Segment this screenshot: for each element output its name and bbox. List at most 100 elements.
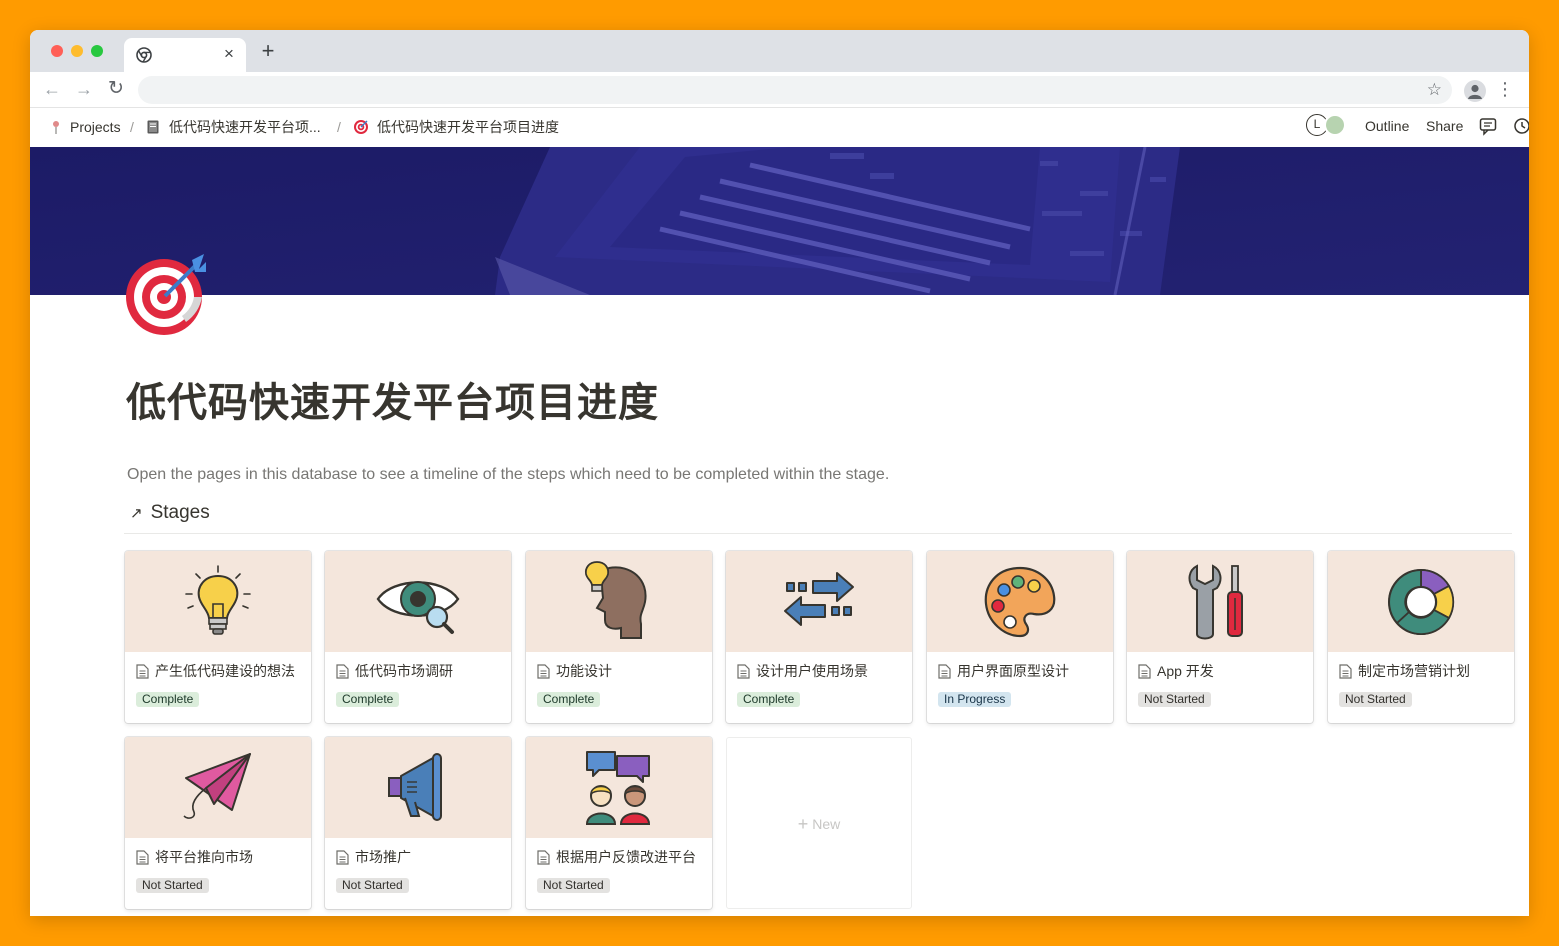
status-badge: Complete	[336, 692, 400, 707]
card-cover	[927, 551, 1113, 652]
close-window-button[interactable]	[51, 45, 63, 57]
stage-card[interactable]: 产生低代码建设的想法 Complete	[125, 551, 311, 723]
laptop-cover-art	[30, 147, 1529, 295]
database-title-label: Stages	[150, 502, 210, 523]
card-title-label: 市场推广	[355, 849, 411, 865]
target-dart-icon	[126, 254, 206, 335]
card-title-label: 制定市场营销计划	[1358, 663, 1470, 679]
wrench-screwdriver-icon	[1188, 563, 1243, 639]
breadcrumb-projects[interactable]: Projects	[48, 108, 121, 146]
new-card-button[interactable]: + New	[726, 737, 912, 909]
comment-icon[interactable]	[1478, 116, 1498, 136]
status-badge: Complete	[136, 692, 200, 707]
card-cover	[125, 737, 311, 838]
stage-card[interactable]: 用户界面原型设计 In Progress	[927, 551, 1113, 723]
stage-card[interactable]: 制定市场营销计划 Not Started	[1328, 551, 1514, 723]
collaborator-avatar[interactable]	[1324, 114, 1346, 136]
status-badge: Not Started	[336, 878, 409, 893]
card-title: 制定市场营销计划	[1339, 661, 1470, 681]
breadcrumb-label: 低代码快速开发平台项...	[169, 119, 321, 135]
new-label-text: New	[812, 816, 841, 832]
browser-menu-icon[interactable]: ⋮	[1496, 78, 1514, 100]
chrome-icon	[136, 47, 152, 63]
donut-chart-icon	[1388, 568, 1455, 635]
lightbulb-icon	[185, 564, 251, 635]
page-description[interactable]: Open the pages in this database to see a…	[127, 466, 889, 484]
eye-magnifier-icon	[376, 580, 460, 634]
status-badge: Not Started	[537, 878, 610, 893]
target-icon	[354, 120, 368, 134]
stage-card[interactable]: 将平台推向市场 Not Started	[125, 737, 311, 909]
minimize-window-button[interactable]	[71, 45, 83, 57]
page-cover-image	[30, 147, 1529, 295]
page-doc-icon	[537, 663, 550, 679]
database-divider	[124, 533, 1512, 534]
profile-avatar-icon[interactable]	[1464, 80, 1486, 102]
page-doc-icon	[537, 849, 550, 865]
browser-tab[interactable]: ×	[124, 38, 246, 72]
linked-arrow-icon: ↗	[130, 505, 143, 522]
card-cover	[526, 737, 712, 838]
card-title: 将平台推向市场	[136, 847, 253, 867]
card-cover	[526, 551, 712, 652]
back-button[interactable]: ←	[41, 78, 63, 100]
card-cover	[726, 551, 912, 652]
new-card-label: + New	[727, 814, 911, 835]
history-clock-icon[interactable]	[1512, 116, 1529, 136]
bookmark-star-icon[interactable]: ☆	[1427, 79, 1442, 101]
page-doc-icon	[1339, 663, 1352, 679]
page-doc-icon	[737, 663, 750, 679]
outline-button[interactable]: Outline	[1365, 118, 1409, 134]
page-doc-icon	[336, 849, 349, 865]
page-title[interactable]: 低代码快速开发平台项目进度	[126, 370, 659, 428]
page-doc-icon	[336, 663, 349, 679]
database-title[interactable]: ↗ Stages	[130, 502, 210, 524]
close-tab-icon[interactable]: ×	[220, 43, 238, 65]
card-title-label: 设计用户使用场景	[756, 663, 868, 679]
page-doc-icon	[938, 663, 951, 679]
page-doc-icon	[1138, 663, 1151, 679]
page-doc-icon	[136, 849, 149, 865]
card-cover	[1127, 551, 1313, 652]
share-button[interactable]: Share	[1426, 118, 1463, 134]
page-doc-icon	[136, 663, 149, 679]
status-badge: In Progress	[938, 692, 1012, 707]
stage-card[interactable]: App 开发 Not Started	[1127, 551, 1313, 723]
feedback-people-icon	[585, 750, 651, 825]
browser-titlebar: × +	[30, 30, 1529, 72]
card-title: 产生低代码建设的想法	[136, 661, 295, 681]
card-cover	[1328, 551, 1514, 652]
new-tab-button[interactable]: +	[257, 39, 279, 63]
maximize-window-button[interactable]	[91, 45, 103, 57]
forward-button[interactable]: →	[73, 78, 95, 100]
card-cover	[325, 551, 511, 652]
status-badge: Not Started	[136, 878, 209, 893]
breadcrumb-current-page[interactable]: 低代码快速开发平台项目进度	[353, 108, 559, 146]
notebook-icon	[147, 120, 159, 134]
breadcrumb-label: 低代码快速开发平台项目进度	[377, 119, 559, 135]
browser-toolbar: ← → ↻ ☆ ⋮	[30, 72, 1529, 108]
pin-icon	[53, 121, 59, 134]
arrows-exchange-icon	[784, 571, 854, 626]
head-bulb-icon	[584, 560, 647, 639]
card-title: 根据用户反馈改进平台	[537, 847, 696, 867]
status-badge: Not Started	[1138, 692, 1211, 707]
card-title-label: App 开发	[1157, 663, 1214, 679]
breadcrumb-separator: /	[337, 119, 341, 135]
stage-card[interactable]: 低代码市场调研 Complete	[325, 551, 511, 723]
stage-card[interactable]: 功能设计 Complete	[526, 551, 712, 723]
card-title-label: 将平台推向市场	[155, 849, 253, 865]
breadcrumb-project[interactable]: 低代码快速开发平台项...	[145, 108, 321, 146]
reload-button[interactable]: ↻	[105, 78, 127, 100]
card-cover	[125, 551, 311, 652]
notion-topbar: Projects / 低代码快速开发平台项... / 低代码快速开发平台项目进度…	[30, 108, 1529, 146]
breadcrumb-separator: /	[130, 119, 134, 135]
stage-card[interactable]: 设计用户使用场景 Complete	[726, 551, 912, 723]
stage-card[interactable]: 根据用户反馈改进平台 Not Started	[526, 737, 712, 909]
card-title: 低代码市场调研	[336, 661, 453, 681]
card-title: 设计用户使用场景	[737, 661, 868, 681]
stage-card[interactable]: 市场推广 Not Started	[325, 737, 511, 909]
palette-icon	[984, 566, 1056, 637]
address-bar[interactable]: ☆	[138, 76, 1452, 104]
plus-icon: +	[797, 814, 809, 834]
